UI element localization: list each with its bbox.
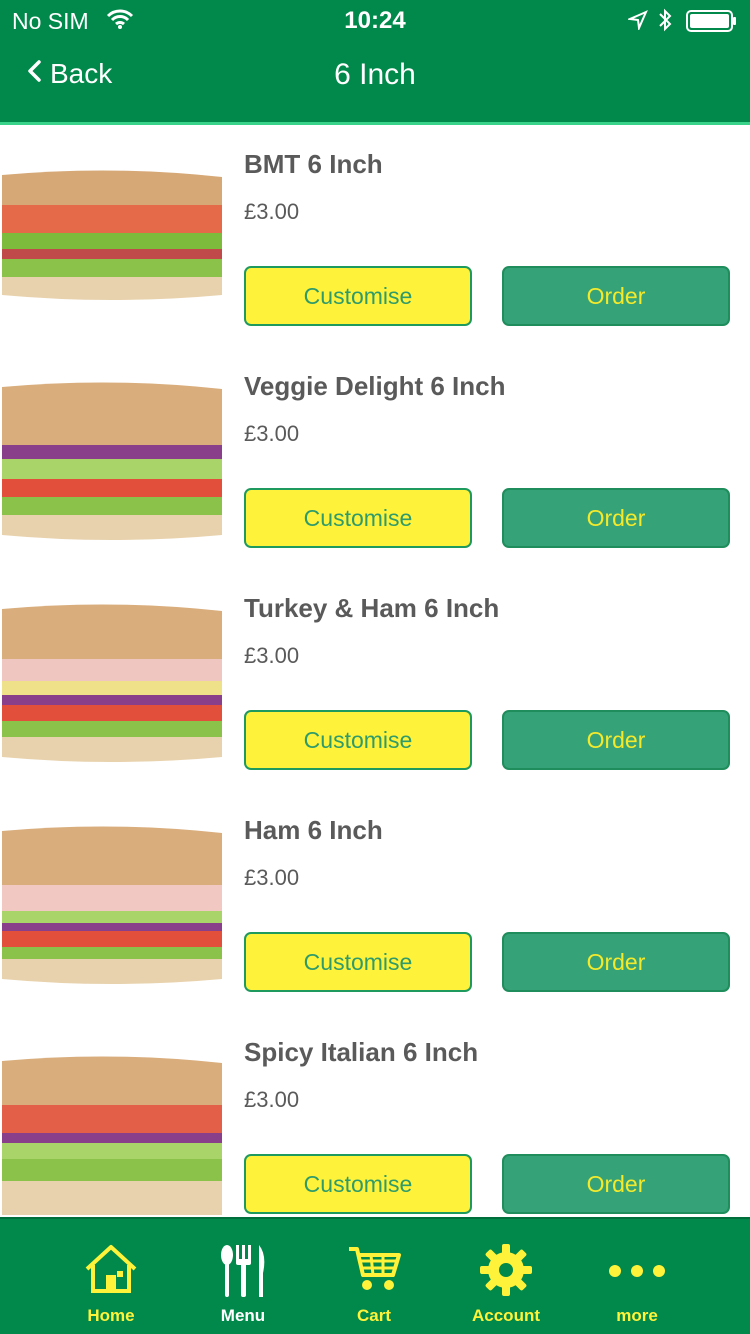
cutlery-icon — [178, 1243, 308, 1303]
tab-cart-label: Cart — [356, 1306, 391, 1325]
item-price: £3.00 — [244, 421, 300, 446]
item-price: £3.00 — [244, 199, 300, 224]
sandwich-image — [2, 145, 222, 327]
sandwich-image — [2, 811, 222, 993]
customise-button[interactable]: Customise — [244, 710, 472, 770]
home-icon — [46, 1243, 176, 1303]
page-title: 6 Inch — [334, 58, 416, 91]
customise-button[interactable]: Customise — [244, 488, 472, 548]
battery-icon — [686, 9, 738, 38]
tab-more[interactable]: more — [572, 1219, 702, 1334]
order-button[interactable]: Order — [502, 488, 730, 548]
item-price: £3.00 — [244, 1087, 300, 1112]
list-item: Turkey & Ham 6 Inch £3.00 Customise Orde… — [0, 569, 750, 791]
status-bar: No SIM 10:24 — [0, 0, 750, 40]
customise-button[interactable]: Customise — [244, 932, 472, 992]
item-name: Veggie Delight 6 Inch — [244, 371, 506, 401]
list-item: Spicy Italian 6 Inch £3.00 Customise Ord… — [0, 1013, 750, 1217]
tab-menu-label: Menu — [220, 1306, 266, 1325]
sandwich-image — [2, 1033, 222, 1215]
order-button[interactable]: Order — [502, 932, 730, 992]
order-button[interactable]: Order — [502, 710, 730, 770]
gear-icon — [441, 1243, 571, 1303]
tab-cart[interactable]: Cart — [309, 1219, 439, 1334]
tab-account-label: Account — [472, 1306, 540, 1325]
order-button[interactable]: Order — [502, 1154, 730, 1214]
tab-home-label: Home — [87, 1306, 135, 1325]
more-dots-icon — [572, 1243, 702, 1303]
item-name: Spicy Italian 6 Inch — [244, 1037, 479, 1067]
item-name: BMT 6 Inch — [244, 149, 383, 179]
item-name: Ham 6 Inch — [244, 815, 383, 845]
location-icon — [626, 10, 648, 35]
item-price: £3.00 — [244, 865, 300, 890]
item-name: Turkey & Ham 6 Inch — [244, 593, 500, 623]
customise-button[interactable]: Customise — [244, 1154, 472, 1214]
item-price: £3.00 — [244, 643, 300, 668]
tab-more-label: more — [616, 1306, 658, 1325]
list-item: Ham 6 Inch £3.00 Customise Order — [0, 791, 750, 1013]
tab-home[interactable]: Home — [46, 1219, 176, 1334]
list-item: Veggie Delight 6 Inch £3.00 Customise Or… — [0, 347, 750, 569]
tab-bar: Home Menu Cart Account more — [0, 1217, 750, 1334]
cart-icon — [309, 1243, 439, 1303]
top-bar: No SIM 10:24 Back 6 Inch — [0, 0, 750, 122]
sandwich-image — [2, 589, 222, 771]
bluetooth-icon — [657, 8, 673, 37]
order-button[interactable]: Order — [502, 266, 730, 326]
list-item: BMT 6 Inch £3.00 Customise Order — [0, 125, 750, 347]
tab-menu[interactable]: Menu — [178, 1219, 308, 1334]
customise-button[interactable]: Customise — [244, 266, 472, 326]
tab-account[interactable]: Account — [441, 1219, 571, 1334]
sandwich-image — [2, 367, 222, 549]
product-list[interactable]: BMT 6 Inch £3.00 Customise Order Veggie … — [0, 125, 750, 1217]
nav-bar: Back 6 Inch — [0, 40, 750, 122]
